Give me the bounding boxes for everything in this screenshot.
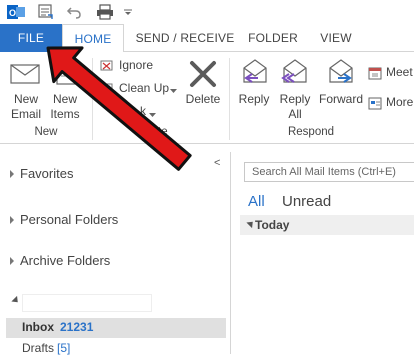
junk-button[interactable]: k <box>140 103 164 121</box>
new-items-label-line1: New <box>52 92 77 106</box>
tab-send-receive[interactable]: SEND / RECEIVE <box>130 24 240 52</box>
new-email-label-line2: Email <box>10 107 41 121</box>
reply-all-label-line1: Reply <box>279 92 311 106</box>
folder-archive-folders-label: Archive Folders <box>20 253 111 268</box>
reply-label: Reply <box>238 92 270 106</box>
expand-triangle-icon <box>10 215 14 224</box>
forward-button[interactable]: Forward <box>318 56 364 122</box>
qat-customize-icon[interactable] <box>122 2 134 22</box>
group-label-new: New <box>34 126 58 138</box>
new-email-button[interactable]: New Email <box>6 58 46 122</box>
outlook-logo-icon: O <box>6 2 26 22</box>
ribbon-separator <box>229 58 230 140</box>
delete-label: Delete <box>185 92 221 106</box>
new-email-icon <box>10 62 40 89</box>
more-icon <box>368 96 382 113</box>
undo-icon[interactable] <box>64 2 84 22</box>
folder-inbox-count: 21231 <box>60 320 94 334</box>
forward-icon <box>326 58 356 91</box>
tab-view[interactable]: VIEW <box>308 24 364 52</box>
meeting-button[interactable]: Meet <box>368 64 414 82</box>
folder-personal-folders-label: Personal Folders <box>20 212 119 227</box>
ribbon-tab-bar: FILE HOME SEND / RECEIVE FOLDER VIEW <box>0 24 414 53</box>
delete-button[interactable]: Delete <box>182 56 224 122</box>
ignore-label: Ignore <box>119 58 154 72</box>
new-email-label-line1: New <box>13 92 38 106</box>
print-icon[interactable] <box>94 2 116 22</box>
new-items-icon <box>54 60 80 91</box>
ignore-button[interactable]: Ignore <box>100 57 162 75</box>
new-items-button[interactable]: New Items <box>48 58 84 122</box>
folder-drafts-label[interactable]: Drafts <box>22 341 54 355</box>
meeting-icon <box>368 66 382 83</box>
junk-label: k <box>140 104 146 118</box>
folder-favorites-label: Favorites <box>20 166 74 181</box>
folder-favorites[interactable]: Favorites <box>10 166 73 181</box>
reply-icon <box>240 58 270 91</box>
forward-label: Forward <box>318 92 363 106</box>
meeting-label: Meet <box>386 65 413 79</box>
clean-up-icon <box>100 82 114 99</box>
ignore-icon <box>100 59 114 76</box>
tab-folder[interactable]: FOLDER <box>244 24 302 52</box>
ribbon-home: New Email New Items New Ignore Clean Up … <box>0 52 414 144</box>
expand-triangle-icon <box>10 256 14 265</box>
filter-unread[interactable]: Unread <box>282 193 331 210</box>
clean-up-button[interactable]: Clean Up <box>100 80 180 98</box>
message-list-pane <box>230 152 414 354</box>
send-receive-all-icon[interactable] <box>36 2 56 22</box>
expand-triangle-icon <box>10 169 14 178</box>
filter-all[interactable]: All <box>248 193 265 210</box>
reply-button[interactable]: Reply <box>236 56 274 122</box>
more-label: More <box>386 95 414 109</box>
chevron-down-icon <box>149 107 156 121</box>
group-label-delete: te <box>158 126 168 138</box>
reply-all-button[interactable]: Reply All <box>276 56 316 122</box>
quick-access-toolbar: O <box>0 0 414 24</box>
more-button[interactable]: More <box>368 94 414 112</box>
account-name-redacted[interactable] <box>22 294 152 312</box>
folder-inbox-label: Inbox <box>22 320 54 334</box>
group-label-respond: Respond <box>287 126 335 138</box>
search-input[interactable]: Search All Mail Items (Ctrl+E) <box>244 162 414 182</box>
folder-personal-folders[interactable]: Personal Folders <box>10 212 118 227</box>
tab-home[interactable]: HOME <box>62 24 124 53</box>
group-header-today-label: Today <box>255 218 290 232</box>
folder-archive-folders[interactable]: Archive Folders <box>10 253 110 268</box>
chevron-down-icon <box>170 83 177 97</box>
reply-all-icon <box>280 58 310 91</box>
folder-drafts-count: [5] <box>57 341 71 355</box>
delete-icon <box>189 60 217 91</box>
tab-file[interactable]: FILE <box>0 24 62 52</box>
ribbon-separator <box>92 58 93 140</box>
reply-all-label-line2: All <box>288 107 302 121</box>
clean-up-label: Clean Up <box>119 81 170 95</box>
new-items-label-line2: Items <box>50 107 80 121</box>
collapse-pane-button[interactable]: < <box>214 157 220 169</box>
svg-text:O: O <box>9 8 16 18</box>
